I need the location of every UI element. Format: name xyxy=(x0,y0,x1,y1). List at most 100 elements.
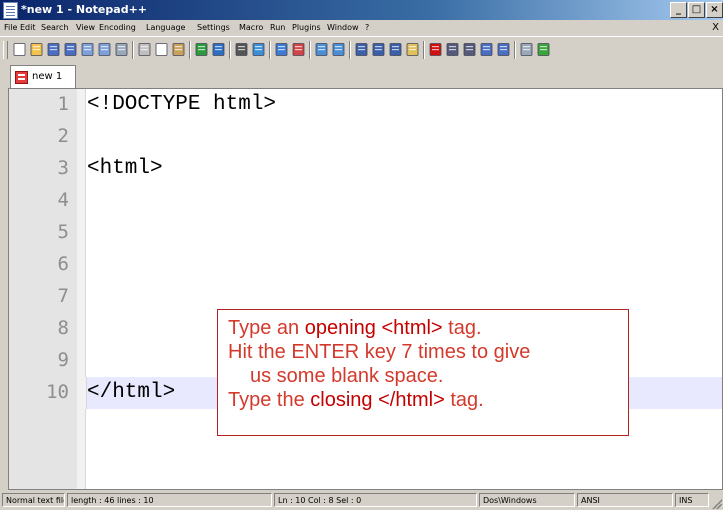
callout-line-1: Type an opening <html> tag. xyxy=(228,316,628,340)
open-file-icon[interactable] xyxy=(29,42,44,57)
close-all-icon[interactable] xyxy=(97,42,112,57)
line-code[interactable]: </html> xyxy=(87,381,175,404)
indent-guide-icon[interactable] xyxy=(388,42,403,57)
window-title: *new 1 - Notepad++ xyxy=(21,3,148,16)
status-insert-mode: INS xyxy=(675,493,709,507)
close-document-icon[interactable]: X xyxy=(712,22,719,33)
menu-settings[interactable]: Settings xyxy=(197,23,230,32)
line-number: 1 xyxy=(57,93,69,115)
notepad-window: *new 1 - Notepad++ _ □ × File Edit Searc… xyxy=(0,0,723,510)
zoom-out-icon[interactable] xyxy=(291,42,306,57)
editor-line[interactable]: 2 xyxy=(9,121,722,153)
tab-label: new 1 xyxy=(32,71,63,82)
toolbar-separator xyxy=(349,41,351,59)
menu-file[interactable]: File xyxy=(4,23,17,32)
toolbar-separator xyxy=(189,41,191,59)
instruction-callout: Type an opening <html> tag. Hit the ENTE… xyxy=(217,309,629,436)
sync-vertical-icon[interactable] xyxy=(314,42,329,57)
status-file-type: Normal text file xyxy=(2,493,65,507)
line-number: 8 xyxy=(57,317,69,339)
find-icon[interactable] xyxy=(234,42,249,57)
notepad-app-icon[interactable] xyxy=(3,2,18,19)
save-all-icon[interactable] xyxy=(63,42,78,57)
menu-search[interactable]: Search xyxy=(41,23,68,32)
tab-bar: new 1 xyxy=(0,63,723,88)
callout-line-2: Hit the ENTER key 7 times to give xyxy=(228,341,531,363)
menu-edit[interactable]: Edit xyxy=(20,23,36,32)
toolbar-separator xyxy=(423,41,425,59)
abc-icon[interactable] xyxy=(536,42,551,57)
editor-line[interactable]: 3 <html> xyxy=(9,153,722,185)
replace-icon[interactable] xyxy=(251,42,266,57)
editor-line[interactable]: 5 xyxy=(9,217,722,249)
title-bar[interactable]: *new 1 - Notepad++ _ □ × xyxy=(0,0,723,20)
window-controls: _ □ × xyxy=(669,2,723,18)
spellcheck-icon[interactable] xyxy=(519,42,534,57)
editor-line[interactable]: 4 xyxy=(9,185,722,217)
status-encoding: ANSI xyxy=(577,493,673,507)
callout-text: Type an xyxy=(228,317,305,339)
toolbar-separator xyxy=(269,41,271,59)
record-macro-icon[interactable] xyxy=(428,42,443,57)
callout-highlight: opening <html> xyxy=(304,317,443,339)
line-code[interactable]: <!DOCTYPE html> xyxy=(87,93,276,116)
undo-icon[interactable] xyxy=(194,42,209,57)
tab-new-1[interactable]: new 1 xyxy=(10,65,76,88)
menu-encoding[interactable]: Encoding xyxy=(99,23,136,32)
save-icon[interactable] xyxy=(46,42,61,57)
cut-icon[interactable] xyxy=(137,42,152,57)
play-macro-icon[interactable] xyxy=(462,42,477,57)
toolbar-separator xyxy=(514,41,516,59)
status-position: Ln : 10 Col : 8 Sel : 0 xyxy=(274,493,477,507)
close-button[interactable]: × xyxy=(706,2,723,18)
status-bar: Normal text file length : 46 lines : 10 … xyxy=(0,491,723,510)
zoom-in-icon[interactable] xyxy=(274,42,289,57)
new-file-icon[interactable] xyxy=(12,42,27,57)
menu-plugins[interactable]: Plugins xyxy=(292,23,321,32)
close-icon[interactable] xyxy=(80,42,95,57)
menu-help[interactable]: ? xyxy=(365,23,369,32)
menu-macro[interactable]: Macro xyxy=(239,23,263,32)
show-all-chars-icon[interactable] xyxy=(371,42,386,57)
callout-text: Type the xyxy=(228,389,311,411)
line-number: 3 xyxy=(57,157,69,179)
callout-highlight: closing </html> xyxy=(310,389,445,411)
run-macro-multiple-icon[interactable] xyxy=(479,42,494,57)
resize-grip-icon[interactable] xyxy=(712,499,722,509)
line-number: 10 xyxy=(46,381,69,403)
callout-line-3: us some blank space. xyxy=(250,365,444,387)
line-number: 2 xyxy=(57,125,69,147)
line-number: 7 xyxy=(57,285,69,307)
editor-area[interactable]: 1 <!DOCTYPE html> 2 3 <html> 4 5 6 7 8 9 10 </html> … xyxy=(8,88,723,490)
line-code[interactable]: <html> xyxy=(87,157,163,180)
callout-line-4: Type the closing </html> tag. xyxy=(228,388,628,412)
copy-icon[interactable] xyxy=(154,42,169,57)
print-icon[interactable] xyxy=(114,42,129,57)
toolbar-separator xyxy=(229,41,231,59)
toolbar-grip[interactable] xyxy=(3,41,8,59)
word-wrap-icon[interactable] xyxy=(354,42,369,57)
current-line-fold xyxy=(77,377,87,409)
minimize-button[interactable]: _ xyxy=(670,2,687,18)
line-number: 5 xyxy=(57,221,69,243)
toolbar-separator xyxy=(132,41,134,59)
menu-view[interactable]: View xyxy=(76,23,95,32)
paste-icon[interactable] xyxy=(171,42,186,57)
line-number: 4 xyxy=(57,189,69,211)
save-macro-icon[interactable] xyxy=(496,42,511,57)
doc-map-icon[interactable] xyxy=(405,42,420,57)
toolbar-separator xyxy=(309,41,311,59)
status-length-lines: length : 46 lines : 10 xyxy=(67,493,272,507)
line-number: 9 xyxy=(57,349,69,371)
maximize-button[interactable]: □ xyxy=(688,2,705,18)
callout-text: tag. xyxy=(444,389,484,411)
editor-line[interactable]: 1 <!DOCTYPE html> xyxy=(9,89,722,121)
redo-icon[interactable] xyxy=(211,42,226,57)
menu-window[interactable]: Window xyxy=(327,23,359,32)
editor-line[interactable]: 6 xyxy=(9,249,722,281)
menu-run[interactable]: Run xyxy=(270,23,285,32)
menu-bar: File Edit Search View Encoding Language … xyxy=(0,20,723,35)
menu-language[interactable]: Language xyxy=(146,23,185,32)
sync-horizontal-icon[interactable] xyxy=(331,42,346,57)
stop-macro-icon[interactable] xyxy=(445,42,460,57)
